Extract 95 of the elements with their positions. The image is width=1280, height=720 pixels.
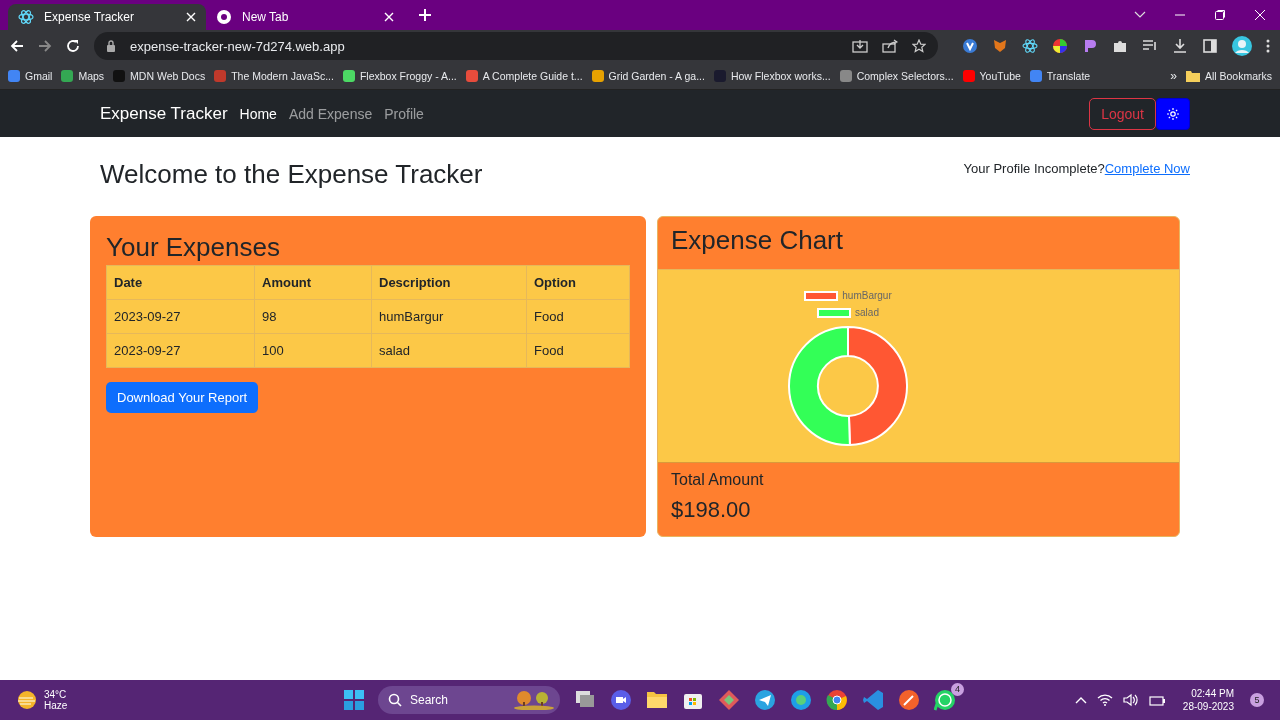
install-icon[interactable] (852, 39, 868, 53)
browser-tab[interactable]: Expense Tracker (8, 4, 206, 30)
clock-time: 02:44 PM (1191, 688, 1234, 699)
forward-icon[interactable] (38, 39, 52, 53)
plus-icon[interactable] (418, 8, 432, 22)
browser-tab[interactable]: New Tab (206, 4, 404, 30)
sun-icon (1167, 107, 1179, 120)
total-value: $198.00 (671, 497, 752, 523)
column-header: Description (371, 265, 527, 300)
share-icon[interactable] (882, 39, 898, 53)
chevron-down-icon[interactable] (1134, 11, 1146, 19)
bookmark[interactable]: Complex Selectors... (839, 69, 954, 82)
pen-icon[interactable] (898, 689, 920, 711)
card-title: Your Expenses (106, 232, 281, 263)
atom-icon (18, 9, 34, 25)
table-cell: 2023-09-27 (106, 299, 255, 334)
diamond-icon[interactable] (718, 689, 740, 711)
chat-bubble-icon[interactable] (934, 689, 956, 711)
restore-icon[interactable] (1214, 9, 1226, 21)
clock[interactable]: 02:44 PM 28-09-2023 (1182, 688, 1234, 712)
avatar-icon[interactable] (1232, 36, 1252, 56)
notification-badge: 4 (951, 683, 964, 696)
nav-link[interactable]: Profile (384, 105, 424, 122)
bookmark[interactable]: YouTube (962, 69, 1021, 82)
theme-toggle-button[interactable] (1156, 97, 1190, 130)
atom-icon[interactable] (1022, 38, 1038, 54)
column-header: Date (106, 265, 255, 300)
video-call-icon[interactable] (610, 689, 632, 711)
download-report-button[interactable]: Download Your Report (106, 382, 259, 413)
bookmark[interactable]: A Complete Guide t... (465, 69, 583, 82)
sun-icon (16, 690, 38, 710)
table-cell: humBargur (371, 299, 527, 334)
address-bar[interactable]: expense-tracker-new-7d274.web.app (94, 32, 938, 60)
reload-icon[interactable] (66, 39, 80, 53)
color-wheel-icon[interactable] (1052, 38, 1068, 54)
bookmark[interactable]: How Flexbox works... (713, 69, 831, 82)
nav-link[interactable]: Add Expense (288, 105, 373, 122)
more-bookmarks-button[interactable]: » (1170, 68, 1177, 83)
close-icon[interactable] (384, 12, 394, 22)
side-panel-icon[interactable] (1202, 38, 1218, 54)
paper-plane-icon[interactable] (754, 689, 776, 711)
windows-logo-icon[interactable] (344, 690, 364, 710)
column-header: Option (526, 265, 630, 300)
trees-icon (512, 690, 556, 710)
nav-link[interactable]: Home (239, 105, 277, 122)
temperature: 34°C (44, 689, 68, 700)
card-title: Expense Chart (671, 225, 844, 256)
clock-date: 28-09-2023 (1182, 701, 1234, 712)
taskbar-search[interactable]: Search (378, 686, 560, 714)
weather-condition: Haze (44, 700, 68, 711)
close-icon[interactable] (186, 12, 196, 22)
bookmark[interactable]: The Modern JavaSc... (214, 69, 334, 82)
table-cell: 2023-09-27 (106, 333, 255, 368)
complete-profile-link[interactable]: Complete Now (1104, 161, 1190, 176)
table-cell: 98 (254, 299, 372, 334)
code-editor-icon[interactable] (862, 689, 884, 711)
url-text: expense-tracker-new-7d274.web.app (130, 38, 345, 54)
legend-label: salad (855, 307, 879, 318)
star-icon[interactable] (912, 39, 926, 53)
back-icon[interactable] (10, 39, 24, 53)
download-icon[interactable] (1172, 38, 1188, 54)
column-header: Amount (254, 265, 372, 300)
p-logo-icon[interactable] (1082, 38, 1098, 54)
battery-icon[interactable] (1148, 694, 1165, 706)
table-cell: Food (526, 333, 630, 368)
weather-widget[interactable]: 34°C Haze (16, 689, 336, 711)
bookmark[interactable]: Grid Garden - A ga... (591, 69, 705, 82)
speaker-icon[interactable] (1122, 693, 1139, 707)
search-icon (388, 693, 402, 707)
legend-swatch (817, 307, 852, 318)
chevron-up-icon[interactable] (1074, 696, 1087, 704)
legend-swatch (804, 290, 839, 301)
all-bookmarks-button[interactable]: All Bookmarks (1185, 69, 1272, 82)
table-cell: salad (371, 333, 527, 368)
table-cell: Food (526, 299, 630, 334)
bookmark[interactable]: MDN Web Docs (113, 69, 206, 82)
lock-icon (106, 40, 116, 52)
folder-icon (1185, 69, 1200, 82)
legend-label: humBargur (842, 290, 892, 301)
bookmark[interactable]: Maps (61, 69, 105, 82)
bookmark[interactable]: Gmail (8, 69, 53, 82)
page-heading: Welcome to the Expense Tracker (100, 159, 483, 190)
bookmark[interactable]: Translate (1029, 69, 1091, 82)
v-logo-icon[interactable] (962, 38, 978, 54)
bookmark[interactable]: Flexbox Froggy - A... (342, 69, 457, 82)
folder-icon[interactable] (646, 689, 668, 711)
table-cell: 100 (254, 333, 372, 368)
brand-link[interactable]: Expense Tracker (100, 103, 228, 124)
more-icon[interactable] (1266, 39, 1270, 53)
total-label: Total Amount (671, 471, 765, 489)
profile-notice-text: Your Profile Incomplete? (963, 161, 1105, 176)
close-icon[interactable] (1254, 9, 1266, 21)
fox-icon[interactable] (992, 38, 1008, 54)
wifi-icon[interactable] (1096, 694, 1113, 706)
notification-count[interactable]: 5 (1250, 693, 1264, 707)
